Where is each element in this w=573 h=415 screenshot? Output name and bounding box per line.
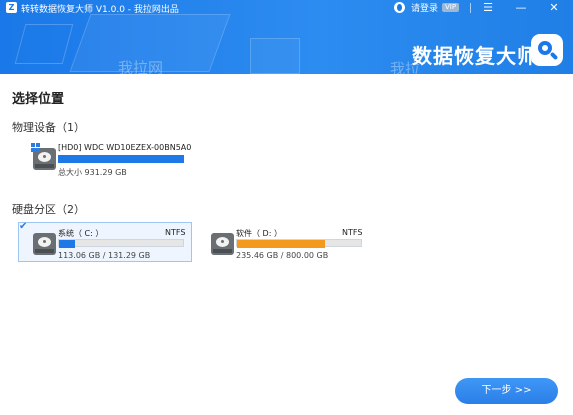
login-label: 请登录 (411, 4, 439, 14)
partition-usage-track (58, 239, 184, 247)
vip-badge: VIP (442, 3, 460, 12)
partition-name: 软件（ D: ） (236, 229, 282, 238)
device-name: [HD0] WDC WD10EZEX-00BN5A0 (58, 143, 192, 152)
title-bar: Z 转转数据恢复大师 V1.0.0 - 我拉网出品 请登录 VIP ☰ — ✕ (0, 0, 573, 16)
partition-name: 系统（ C: ） (58, 229, 104, 238)
minimize-icon[interactable]: — (512, 0, 530, 15)
windows-icon (31, 143, 40, 152)
watermark-left: 我拉网 (118, 59, 164, 74)
next-step-button[interactable]: 下一步 >> (455, 378, 558, 404)
device-size: 总大小 931.29 GB (58, 168, 127, 177)
magnifier-logo-icon (531, 34, 563, 66)
user-avatar-icon (394, 2, 405, 13)
physical-devices-header: 物理设备（1） (12, 121, 85, 134)
app-header: 我拉网 我拉 Z 转转数据恢复大师 V1.0.0 - 我拉网出品 请登录 VIP… (0, 0, 573, 74)
page-title: 选择位置 (12, 92, 65, 107)
partition-filesystem: NTFS (165, 228, 186, 237)
partition-usage-bar (237, 240, 325, 248)
partitions-header: 硬盘分区（2） (12, 203, 85, 216)
hard-disk-icon (33, 233, 56, 255)
menu-icon[interactable]: ☰ (479, 0, 497, 15)
checkmark-icon: ✔ (19, 221, 28, 232)
device-usage-bar (58, 155, 184, 163)
partition-usage-bar (59, 240, 75, 248)
app-logo-icon: Z (6, 2, 17, 13)
header-decoration (14, 24, 74, 64)
close-icon[interactable]: ✕ (545, 0, 563, 15)
window-title: 转转数据恢复大师 V1.0.0 - 我拉网出品 (21, 5, 179, 15)
partition-size: 235.46 GB / 800.00 GB (236, 251, 329, 260)
brand-title: 数据恢复大师 (412, 44, 538, 68)
partition-size: 113.06 GB / 131.29 GB (58, 251, 151, 260)
login-button[interactable]: 请登录 VIP (394, 1, 460, 14)
hard-disk-icon (211, 233, 234, 255)
partition-filesystem: NTFS (342, 228, 363, 237)
header-decoration (250, 38, 300, 74)
title-bar-divider (470, 3, 471, 13)
